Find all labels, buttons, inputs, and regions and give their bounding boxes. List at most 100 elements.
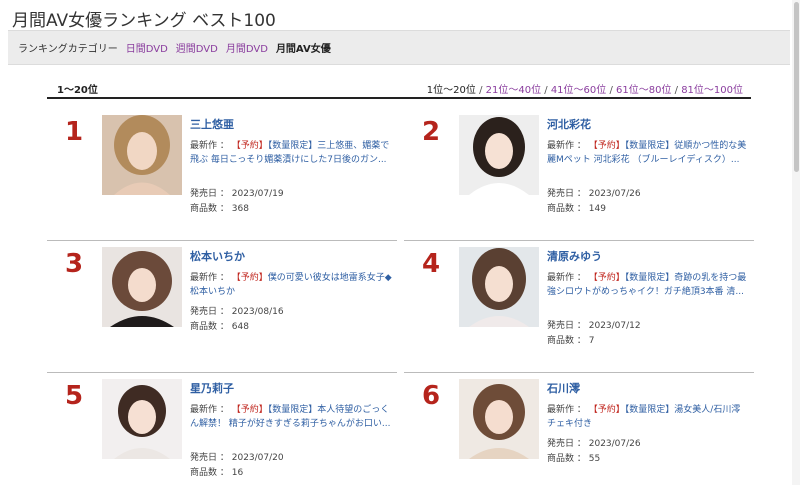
range-link-81-100[interactable]: 81位〜100位 bbox=[681, 85, 743, 96]
item-count: 商品数 ： 55 bbox=[547, 451, 600, 464]
release-date: 発売日 ： 2023/07/19 bbox=[190, 186, 284, 199]
category-link-daily-dvd[interactable]: 日間DVD bbox=[126, 40, 168, 55]
release-label: 発売日 ： bbox=[547, 321, 586, 331]
ranking-entry: 1 三上悠亜 最新作 ： 【予約】【数量限定】三上悠亜、媚薬で飛ぶ 毎日こっそり… bbox=[47, 115, 397, 241]
item-count: 商品数 ： 648 bbox=[190, 319, 249, 332]
count-label: 商品数 ： bbox=[547, 204, 586, 214]
actress-name[interactable]: 星乃莉子 bbox=[190, 380, 234, 396]
reserve-tag: 【予約】 bbox=[588, 405, 625, 415]
range-current-label: 1〜20位 bbox=[57, 85, 98, 96]
release-value: 2023/07/19 bbox=[231, 189, 284, 199]
rank-number: 6 bbox=[422, 381, 441, 411]
range-separator: / bbox=[541, 85, 551, 96]
range-pagination: 1位〜20位 / 21位〜40位 / 41位〜60位 / 61位〜80位 / 8… bbox=[427, 81, 743, 96]
actress-photo[interactable] bbox=[459, 115, 539, 195]
actress-photo[interactable] bbox=[459, 247, 539, 327]
release-date: 発売日 ： 2023/07/26 bbox=[547, 436, 641, 449]
item-count: 商品数 ： 7 bbox=[547, 333, 594, 346]
count-value: 16 bbox=[231, 468, 244, 478]
count-label: 商品数 ： bbox=[190, 468, 229, 478]
ranking-entry: 3 松本いちか 最新作 ： 【予約】僕の可愛い彼女は地雷系女子◆ 松本いちか 発… bbox=[47, 247, 397, 373]
category-label: ランキングカテゴリー bbox=[18, 44, 118, 55]
limited-tag: 【数量限定】 bbox=[267, 405, 318, 415]
actress-name[interactable]: 清原みゆう bbox=[547, 248, 602, 264]
latest-work[interactable]: 最新作 ： 【予約】【数量限定】本人待望のごっくん解禁！ 精子が好きすぎる莉子ち… bbox=[190, 403, 395, 431]
count-label: 商品数 ： bbox=[547, 454, 586, 464]
reserve-tag: 【予約】 bbox=[231, 405, 268, 415]
latest-label: 最新作 ： bbox=[190, 141, 229, 151]
count-label: 商品数 ： bbox=[190, 322, 229, 332]
release-value: 2023/07/20 bbox=[231, 453, 284, 463]
rank-range-bar: 1〜20位 1位〜20位 / 21位〜40位 / 41位〜60位 / 61位〜8… bbox=[47, 78, 751, 99]
release-date: 発売日 ： 2023/07/12 bbox=[547, 318, 641, 331]
range-separator: / bbox=[671, 85, 682, 96]
latest-label: 最新作 ： bbox=[547, 273, 586, 283]
limited-tag: 【数量限定】 bbox=[624, 405, 675, 415]
count-label: 商品数 ： bbox=[547, 336, 586, 346]
release-value: 2023/07/26 bbox=[588, 439, 641, 449]
release-label: 発売日 ： bbox=[190, 307, 229, 317]
ranking-category-bar: ランキングカテゴリー 日間DVD 週間DVD 月間DVD 月間AV女優 bbox=[8, 30, 790, 65]
actress-photo[interactable] bbox=[102, 115, 182, 195]
rank-number: 2 bbox=[422, 117, 441, 147]
reserve-tag: 【予約】 bbox=[588, 141, 625, 151]
release-value: 2023/08/16 bbox=[231, 307, 284, 317]
release-label: 発売日 ： bbox=[547, 189, 586, 199]
release-date: 発売日 ： 2023/07/26 bbox=[547, 186, 641, 199]
page-title: 月間AV女優ランキング ベスト100 bbox=[12, 11, 276, 31]
item-count: 商品数 ： 149 bbox=[547, 201, 606, 214]
count-value: 149 bbox=[588, 204, 606, 214]
reserve-tag: 【予約】 bbox=[231, 273, 268, 283]
reserve-tag: 【予約】 bbox=[231, 141, 268, 151]
count-value: 648 bbox=[231, 322, 249, 332]
count-value: 55 bbox=[588, 454, 601, 464]
rank-number: 4 bbox=[422, 249, 441, 279]
release-date: 発売日 ： 2023/07/20 bbox=[190, 450, 284, 463]
actress-name[interactable]: 石川澪 bbox=[547, 380, 580, 396]
range-separator: / bbox=[606, 85, 616, 96]
ranking-entry: 5 星乃莉子 最新作 ： 【予約】【数量限定】本人待望のごっくん解禁！ 精子が好… bbox=[47, 379, 397, 504]
item-count: 商品数 ： 16 bbox=[190, 465, 243, 478]
scrollbar[interactable] bbox=[792, 0, 800, 485]
latest-label: 最新作 ： bbox=[547, 141, 586, 151]
latest-work[interactable]: 最新作 ： 【予約】【数量限定】従順かつ性的な美麗Mペット 河北彩花 （ブルーレ… bbox=[547, 139, 752, 167]
category-current-monthly-actress: 月間AV女優 bbox=[275, 44, 331, 55]
limited-tag: 【数量限定】 bbox=[624, 141, 675, 151]
latest-work[interactable]: 最新作 ： 【予約】僕の可愛い彼女は地雷系女子◆ 松本いちか bbox=[190, 271, 395, 299]
range-link-41-60[interactable]: 41位〜60位 bbox=[551, 85, 606, 96]
rank-number: 3 bbox=[65, 249, 84, 279]
limited-tag: 【数量限定】 bbox=[624, 273, 675, 283]
item-count: 商品数 ： 368 bbox=[190, 201, 249, 214]
actress-name[interactable]: 三上悠亜 bbox=[190, 116, 234, 132]
category-link-weekly-dvd[interactable]: 週間DVD bbox=[176, 40, 218, 55]
release-date: 発売日 ： 2023/08/16 bbox=[190, 304, 284, 317]
release-label: 発売日 ： bbox=[190, 453, 229, 463]
latest-label: 最新作 ： bbox=[190, 405, 229, 415]
release-label: 発売日 ： bbox=[547, 439, 586, 449]
actress-name[interactable]: 河北彩花 bbox=[547, 116, 591, 132]
actress-photo[interactable] bbox=[102, 247, 182, 327]
actress-photo[interactable] bbox=[102, 379, 182, 459]
ranking-entry: 4 清原みゆう 最新作 ： 【予約】【数量限定】奇跡の乳を持つ最強シロウトがめっ… bbox=[404, 247, 754, 373]
release-value: 2023/07/26 bbox=[588, 189, 641, 199]
range-link-21-40[interactable]: 21位〜40位 bbox=[486, 85, 541, 96]
latest-label: 最新作 ： bbox=[547, 405, 586, 415]
latest-label: 最新作 ： bbox=[190, 273, 229, 283]
count-value: 368 bbox=[231, 204, 249, 214]
ranking-entry: 6 石川澪 最新作 ： 【予約】【数量限定】湯女美人/石川澪 チェキ付き 発売日… bbox=[404, 379, 754, 504]
reserve-tag: 【予約】 bbox=[588, 273, 625, 283]
release-value: 2023/07/12 bbox=[588, 321, 641, 331]
latest-work[interactable]: 最新作 ： 【予約】【数量限定】三上悠亜、媚薬で飛ぶ 毎日こっそり媚薬漬けにした… bbox=[190, 139, 395, 167]
actress-name[interactable]: 松本いちか bbox=[190, 248, 245, 264]
scrollbar-thumb[interactable] bbox=[794, 2, 799, 172]
count-label: 商品数 ： bbox=[190, 204, 229, 214]
latest-work[interactable]: 最新作 ： 【予約】【数量限定】奇跡の乳を持つ最強シロウトがめっちゃイク！ガチ絶… bbox=[547, 271, 752, 299]
rank-number: 5 bbox=[65, 381, 84, 411]
actress-photo[interactable] bbox=[459, 379, 539, 459]
release-label: 発売日 ： bbox=[190, 189, 229, 199]
range-separator: / bbox=[475, 85, 486, 96]
range-link-1-20: 1位〜20位 bbox=[426, 85, 476, 96]
range-link-61-80[interactable]: 61位〜80位 bbox=[616, 85, 671, 96]
category-link-monthly-dvd[interactable]: 月間DVD bbox=[226, 40, 268, 55]
latest-work[interactable]: 最新作 ： 【予約】【数量限定】湯女美人/石川澪 チェキ付き bbox=[547, 403, 752, 431]
